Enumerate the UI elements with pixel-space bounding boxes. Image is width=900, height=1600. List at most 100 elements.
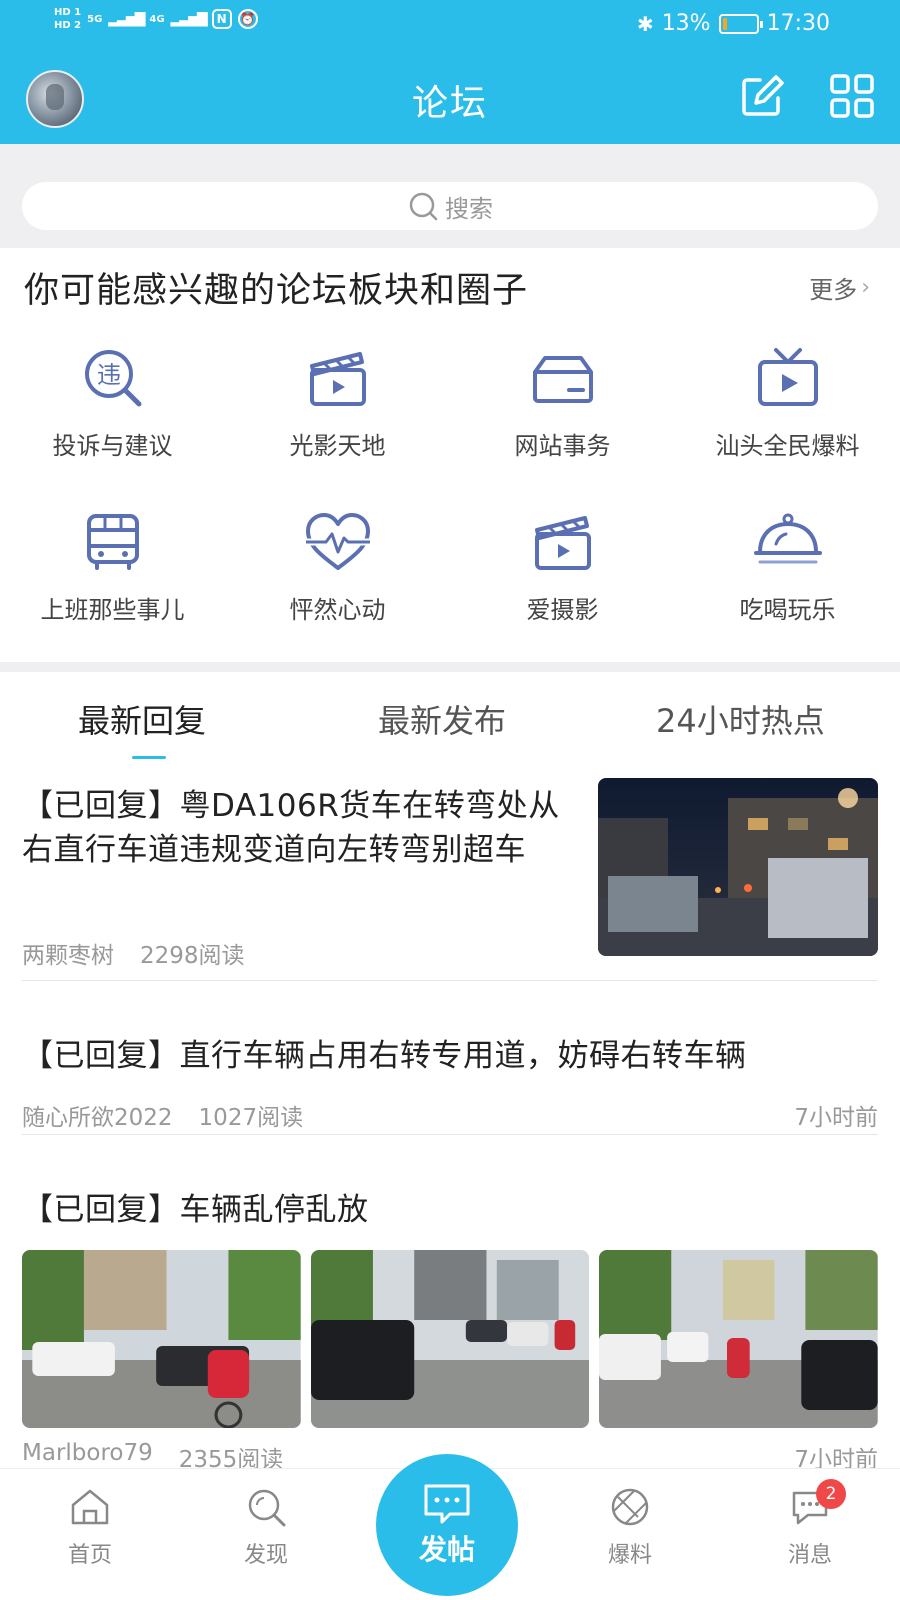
post-time: 7小时前 — [794, 1105, 878, 1131]
status-left: HD 1 HD 2 5G ▂▃▅▇ 4G ▂▃▅▇ N ⏰ — [54, 6, 258, 32]
violation-glyph: 违 — [97, 361, 121, 389]
more-link[interactable]: 更多 › — [809, 270, 870, 305]
violation-search-icon: 违 — [84, 350, 141, 407]
alarm-icon: ⏰ — [237, 9, 258, 29]
forum-label: 爱摄影 — [526, 596, 599, 624]
post-thumbnail[interactable] — [599, 1250, 879, 1428]
signal-icon: ▂▃▅▇ — [170, 11, 208, 27]
new-post-button[interactable]: 发帖 — [376, 1454, 518, 1596]
post-item[interactable]: 【已回复】车辆乱停乱放 Marlboro79 2355阅读 7小时前 — [22, 1188, 879, 1473]
status-right: ✱ 13% 17:30 — [637, 11, 830, 36]
post-thumbnail[interactable] — [22, 1250, 301, 1428]
section-divider — [0, 662, 900, 672]
hd-indicator: HD 1 HD 2 — [54, 6, 81, 32]
forum-item-complaints[interactable]: 违 投诉与建议 — [0, 330, 225, 494]
forum-item-site-affairs[interactable]: 网站事务 — [450, 330, 675, 494]
bluetooth-icon: ✱ — [636, 11, 654, 36]
post-title: 【已回复】直行车辆占用右转专用道，妨碍右转车辆 — [22, 1038, 747, 1074]
clock: 17:30 — [766, 11, 830, 36]
post-item[interactable]: 【已回复】直行车辆占用右转专用道，妨碍右转车辆 随心所欲2022 1027阅读 … — [22, 1034, 878, 1131]
feed-tabs: 最新回复 最新发布 24小时热点 — [0, 672, 900, 768]
hd2-label: HD 2 — [54, 20, 82, 31]
forum-item-heartbeat[interactable]: 怦然心动 — [225, 494, 450, 658]
nav-discover[interactable]: 发现 — [206, 1485, 326, 1569]
nav-label: 发现 — [243, 1543, 288, 1568]
section-title: 你可能感兴趣的论坛板块和圈子 — [24, 271, 529, 311]
forum-label: 网站事务 — [514, 432, 611, 460]
forum-item-food-fun[interactable]: 吃喝玩乐 — [675, 494, 900, 658]
search-icon — [409, 192, 438, 221]
net2-label: 4G — [149, 13, 165, 25]
search-placeholder: 搜索 — [445, 194, 493, 223]
compose-button[interactable] — [738, 72, 786, 120]
forum-label: 投诉与建议 — [52, 432, 173, 460]
battery-icon — [718, 13, 763, 34]
chevron-right-icon: › — [861, 275, 870, 300]
nav-scoop[interactable]: 爆料 — [570, 1485, 690, 1569]
nav-home[interactable]: 首页 — [30, 1485, 150, 1569]
street-photo — [599, 1250, 879, 1428]
heartbeat-icon — [305, 513, 370, 570]
forum-item-photo-world[interactable]: 光影天地 — [225, 330, 450, 494]
home-icon — [71, 1489, 109, 1525]
net1-label: 5G — [87, 13, 103, 25]
forum-grid: 违 投诉与建议 光影天地 网站事务 汕头全民爆料 上班那些事儿 怦然心动 爱摄影… — [0, 330, 900, 658]
post-title: 【已回复】粤DA106R货车在转弯处从右直行车道违规变道向左转弯别超车 — [22, 788, 560, 868]
hd1-label: HD 1 — [54, 7, 82, 18]
battery-percent: 13% — [661, 11, 711, 36]
clapperboard-icon — [534, 516, 591, 570]
bus-icon — [86, 514, 139, 570]
nav-label: 首页 — [67, 1543, 112, 1568]
post-meta: 随心所欲2022 1027阅读 — [22, 1098, 303, 1132]
street-photo — [310, 1250, 590, 1428]
post-author[interactable]: 两颗枣树 — [22, 936, 114, 970]
forum-item-shantou-scoop[interactable]: 汕头全民爆料 — [675, 330, 900, 494]
aperture-icon — [611, 1488, 649, 1526]
forum-label: 汕头全民爆料 — [715, 432, 860, 460]
nav-messages[interactable]: 消息 2 — [750, 1479, 870, 1569]
post-divider — [22, 1134, 878, 1135]
search-input[interactable]: 搜索 — [22, 182, 878, 230]
new-post-label: 发帖 — [418, 1533, 475, 1566]
post-author[interactable]: 随心所欲2022 — [22, 1098, 173, 1132]
nfc-icon: N — [211, 9, 232, 29]
forum-label: 吃喝玩乐 — [739, 596, 836, 624]
post-thumbnail[interactable] — [598, 778, 878, 956]
tab-latest-replies[interactable]: 最新回复 — [78, 696, 206, 742]
edit-icon — [742, 75, 784, 116]
nav-label: 爆料 — [607, 1543, 652, 1568]
post-title: 【已回复】车辆乱停乱放 — [22, 1192, 369, 1228]
street-photo — [22, 1250, 301, 1428]
tab-latest-posts[interactable]: 最新发布 — [378, 696, 506, 742]
tab-24h-hot[interactable]: 24小时热点 — [656, 696, 825, 742]
night-street-photo — [598, 778, 878, 956]
message-dots-icon — [424, 1484, 470, 1524]
post-meta: 两颗枣树 2298阅读 — [22, 936, 245, 970]
food-cloche-icon — [753, 513, 822, 564]
battery-fill — [722, 17, 727, 30]
clapperboard-icon — [309, 352, 366, 406]
post-divider — [22, 980, 878, 981]
post-item[interactable]: 【已回复】粤DA106R货车在转弯处从右直行车道违规变道向左转弯别超车 两颗枣树… — [22, 778, 878, 974]
app-header: 论坛 — [0, 50, 900, 144]
forum-item-photography[interactable]: 爱摄影 — [450, 494, 675, 658]
search-area: 搜索 — [0, 144, 900, 248]
post-thumbnails — [22, 1250, 879, 1428]
interest-section: 你可能感兴趣的论坛板块和圈子 更多 › 违 投诉与建议 光影天地 网站事务 汕头… — [0, 248, 900, 662]
forum-item-work-stuff[interactable]: 上班那些事儿 — [0, 494, 225, 658]
forum-label: 上班那些事儿 — [40, 596, 185, 624]
signal-icon: ▂▃▅▇ — [108, 11, 145, 27]
active-tab-indicator — [132, 756, 166, 759]
tv-icon — [757, 348, 818, 406]
discover-search-icon — [248, 1489, 286, 1527]
categories-button[interactable] — [828, 72, 876, 120]
post-thumbnail[interactable] — [310, 1250, 590, 1428]
grid-icon — [830, 74, 874, 118]
more-label: 更多 — [809, 276, 858, 304]
status-bar: HD 1 HD 2 5G ▂▃▅▇ 4G ▂▃▅▇ N ⏰ ✱ 13% 17:3… — [0, 0, 900, 50]
forum-label: 怦然心动 — [289, 596, 386, 624]
post-reads: 1027阅读 — [198, 1105, 304, 1131]
card-icon — [532, 356, 593, 403]
post-reads: 2298阅读 — [140, 943, 245, 969]
forum-label: 光影天地 — [289, 432, 386, 460]
